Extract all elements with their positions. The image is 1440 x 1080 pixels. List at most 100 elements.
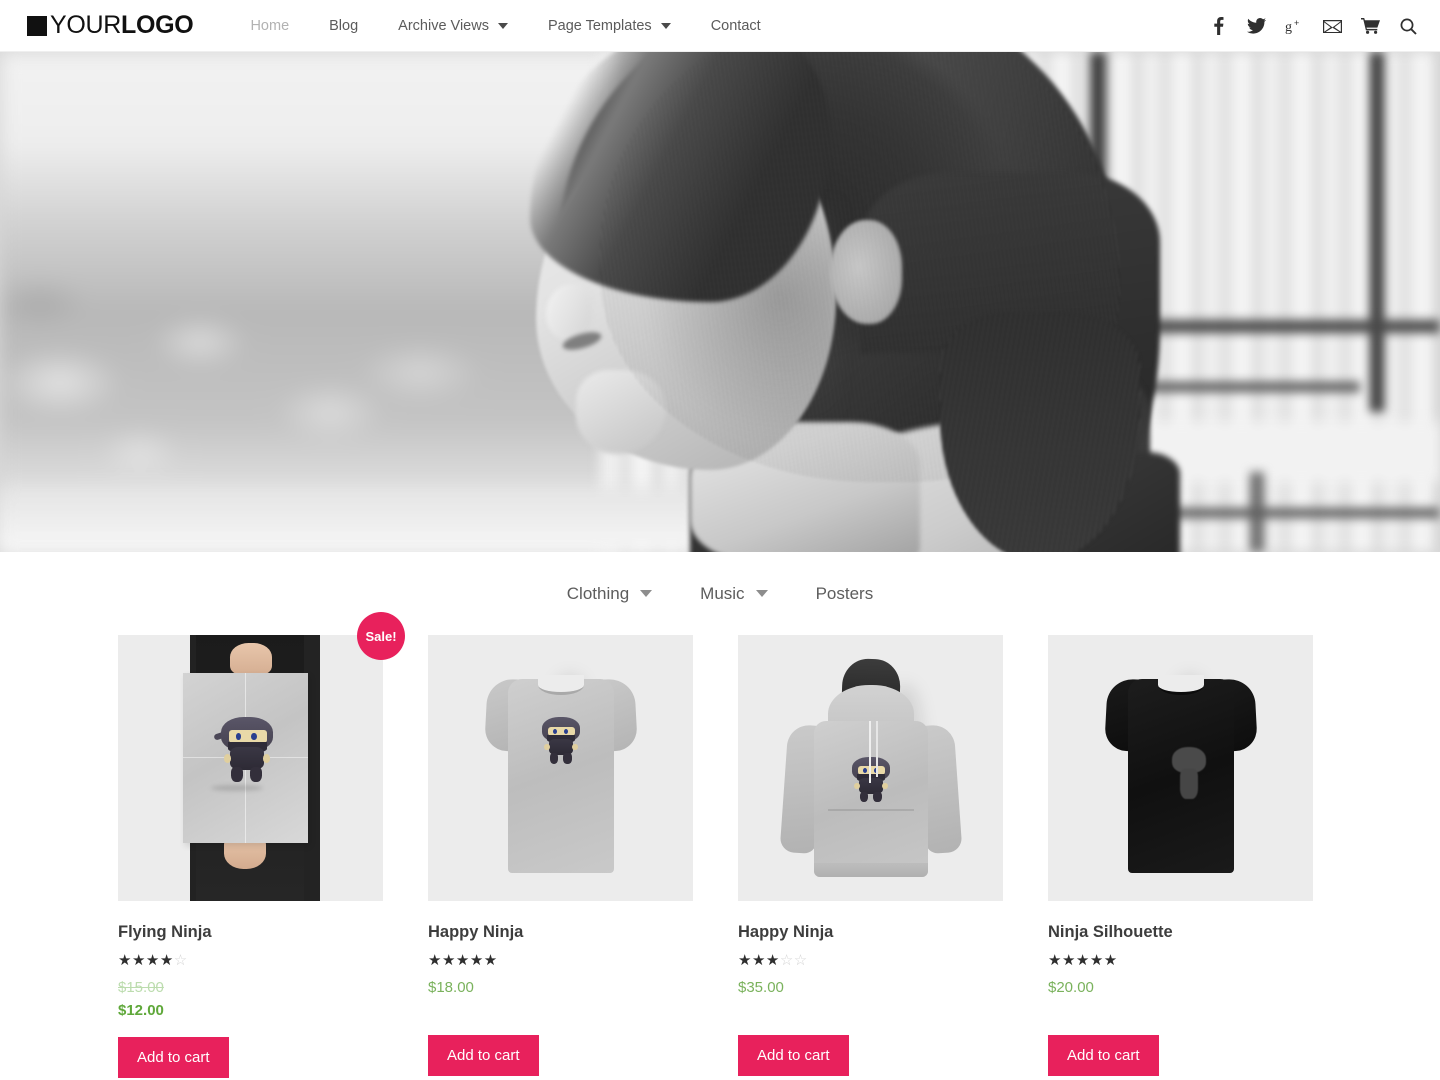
product-artwork-poster bbox=[118, 635, 383, 901]
add-to-cart-button[interactable]: Add to cart bbox=[118, 1037, 229, 1078]
product-rating: ★★★★★ bbox=[1048, 953, 1313, 968]
chevron-down-icon bbox=[640, 590, 653, 597]
product-title[interactable]: Happy Ninja bbox=[428, 923, 693, 942]
twitter-icon[interactable] bbox=[1246, 15, 1266, 37]
star-empty-icon: ☆ bbox=[173, 952, 188, 969]
facebook-icon[interactable] bbox=[1208, 15, 1228, 37]
nav-item-contact[interactable]: Contact bbox=[691, 18, 781, 34]
product-image[interactable] bbox=[1048, 635, 1313, 901]
product-card: Sale! Flying Ninja ★★★★☆ $15.00 $12.00 A… bbox=[118, 612, 405, 1078]
cart-icon[interactable] bbox=[1360, 15, 1380, 37]
add-to-cart-button[interactable]: Add to cart bbox=[1048, 1035, 1159, 1076]
ninja-leg-right bbox=[873, 791, 882, 803]
ninja-leg-right bbox=[250, 767, 262, 782]
product-current-price: $20.00 bbox=[1048, 979, 1094, 996]
poster-model-hand-top bbox=[230, 643, 272, 675]
tshirt-graphic bbox=[1104, 665, 1258, 873]
product-title[interactable]: Happy Ninja bbox=[738, 923, 1003, 942]
hero-subject-woman bbox=[0, 52, 1440, 552]
star-filled-icon: ★★★ bbox=[738, 952, 780, 969]
tshirt-graphic bbox=[484, 665, 638, 873]
ninja-leg-right bbox=[563, 753, 572, 765]
hero-hair-fall-front bbox=[940, 312, 1140, 552]
product-price: $20.00 bbox=[1048, 979, 1313, 996]
nav-item-label: Contact bbox=[710, 17, 761, 34]
hoodie-drawstring-right bbox=[876, 721, 878, 777]
logo-text-bold: LOGO bbox=[121, 11, 194, 39]
product-card: Ninja Silhouette ★★★★★ $20.00 Add to car… bbox=[1048, 635, 1313, 1078]
chevron-down-icon bbox=[660, 22, 671, 29]
nav-item-home[interactable]: Home bbox=[230, 18, 309, 34]
ninja-silhouette-graphic bbox=[1172, 747, 1206, 801]
ninja-character-graphic bbox=[213, 717, 273, 783]
hero-nose bbox=[546, 284, 592, 340]
ninja-hand-left bbox=[854, 782, 860, 789]
svg-text:g: g bbox=[1285, 20, 1292, 34]
star-filled-icon: ★★★★★ bbox=[428, 952, 498, 969]
add-to-cart-button[interactable]: Add to cart bbox=[428, 1035, 539, 1076]
site-logo[interactable]: YOURLOGO bbox=[27, 11, 194, 39]
product-old-price: $15.00 bbox=[118, 979, 164, 996]
nav-item-label: Archive Views bbox=[398, 17, 489, 34]
product-price: $18.00 bbox=[428, 979, 693, 996]
poster-ninja-shadow bbox=[211, 785, 263, 791]
product-rating: ★★★★★ bbox=[428, 953, 693, 968]
star-empty-icon: ☆☆ bbox=[779, 952, 808, 969]
product-image[interactable] bbox=[428, 635, 693, 901]
hoodie-drawstring-left bbox=[869, 721, 871, 783]
add-to-cart-button[interactable]: Add to cart bbox=[738, 1035, 849, 1076]
product-price: $35.00 bbox=[738, 979, 1003, 996]
nav-item-label: Home bbox=[250, 17, 290, 34]
hoodie-hem bbox=[814, 863, 928, 877]
hoodie-graphic bbox=[779, 658, 963, 881]
filter-item-clothing[interactable]: Clothing bbox=[543, 584, 676, 604]
nav-item-blog[interactable]: Blog bbox=[309, 18, 378, 34]
product-card: Happy Ninja ★★★★★ $18.00 Add to cart bbox=[428, 635, 693, 1078]
poster-sheet bbox=[183, 673, 308, 843]
svg-text:+: + bbox=[1294, 18, 1299, 28]
ninja-eye-right bbox=[251, 732, 257, 741]
silhouette-body bbox=[1180, 769, 1198, 799]
email-icon[interactable] bbox=[1322, 15, 1342, 37]
google-plus-icon[interactable]: g + bbox=[1284, 15, 1304, 37]
search-icon[interactable] bbox=[1398, 15, 1418, 37]
star-filled-icon: ★★★★ bbox=[118, 952, 174, 969]
header-social-links: g + bbox=[1208, 0, 1418, 52]
chevron-down-icon bbox=[755, 590, 768, 597]
product-image[interactable] bbox=[738, 635, 1003, 901]
tshirt-collar bbox=[1158, 675, 1204, 695]
logo-text-light: YOUR bbox=[50, 11, 122, 39]
nav-item-archive-views[interactable]: Archive Views bbox=[378, 18, 528, 34]
ninja-hand-left bbox=[544, 743, 550, 751]
product-title[interactable]: Ninja Silhouette bbox=[1048, 923, 1313, 942]
ninja-hand-right bbox=[262, 753, 270, 763]
product-artwork-tshirt-black bbox=[1048, 635, 1313, 901]
filter-item-posters[interactable]: Posters bbox=[792, 584, 898, 604]
product-card: Happy Ninja ★★★☆☆ $35.00 Add to cart bbox=[738, 635, 1003, 1078]
ninja-character-graphic bbox=[852, 757, 890, 803]
ninja-hand-right bbox=[882, 782, 888, 789]
nav-item-label: Blog bbox=[329, 17, 359, 34]
sale-badge: Sale! bbox=[357, 612, 405, 660]
product-current-price: $35.00 bbox=[738, 979, 784, 996]
star-filled-icon: ★★★★★ bbox=[1048, 952, 1118, 969]
ninja-hand-right bbox=[572, 743, 578, 751]
main-navigation: Home Blog Archive Views Page Templates C… bbox=[230, 18, 780, 34]
hero-banner bbox=[0, 52, 1440, 552]
product-artwork-tshirt-grey bbox=[428, 635, 693, 901]
filter-item-label: Music bbox=[700, 583, 745, 603]
chevron-down-icon bbox=[497, 22, 508, 29]
product-price: $15.00 $12.00 bbox=[118, 979, 383, 1019]
filter-item-label: Posters bbox=[815, 583, 874, 603]
nav-item-page-templates[interactable]: Page Templates bbox=[528, 18, 691, 34]
site-header: YOURLOGO Home Blog Archive Views Page Te… bbox=[0, 0, 1440, 52]
hero-photo bbox=[0, 52, 1440, 552]
product-sale-price: $12.00 bbox=[118, 1002, 164, 1019]
product-title[interactable]: Flying Ninja bbox=[118, 923, 383, 942]
ninja-leg-left bbox=[859, 791, 868, 803]
product-image[interactable] bbox=[118, 635, 383, 901]
ninja-hand-left bbox=[224, 753, 232, 763]
filter-item-music[interactable]: Music bbox=[676, 584, 791, 604]
tshirt-collar bbox=[538, 675, 584, 695]
product-artwork-hoodie bbox=[738, 635, 1003, 901]
